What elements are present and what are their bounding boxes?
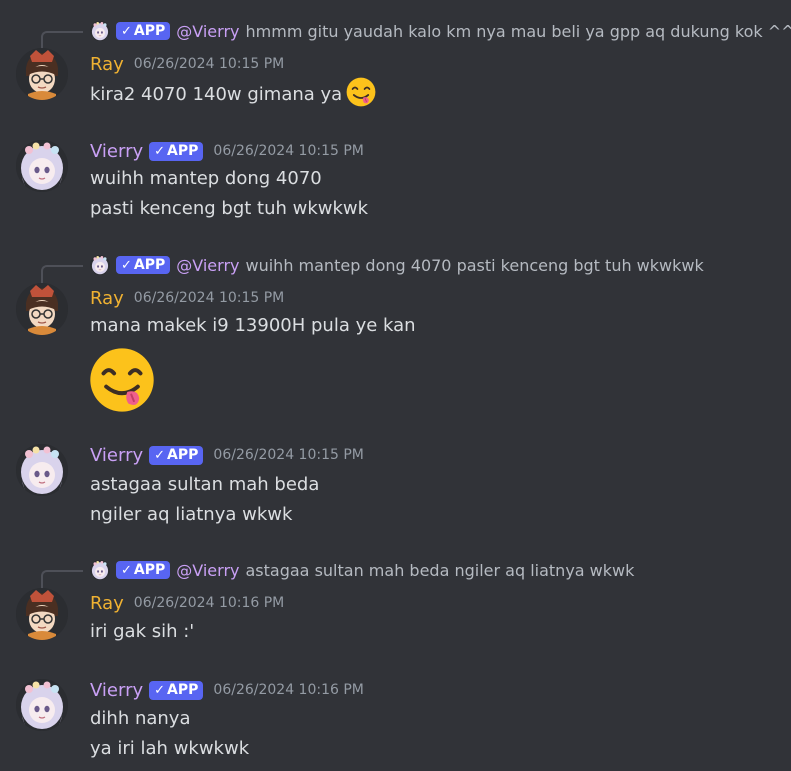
badge-label: APP (133, 562, 166, 578)
verified-check-icon: ✓ (121, 23, 132, 39)
reply-text: astagaa sultan mah beda ngiler aq liatny… (245, 560, 635, 580)
reply-mention[interactable]: @Vierry (176, 256, 239, 275)
reply-text: wuihh mantep dong 4070 pasti kenceng bgt… (245, 255, 704, 275)
reply-preview[interactable]: ✓ APP @Vierry astagaa sultan mah beda ngi… (41, 558, 635, 594)
timestamp: 06/26/2024 10:16 PM (213, 682, 364, 698)
username[interactable]: Vierry (90, 680, 143, 701)
message-header: Ray 06/26/2024 10:16 PM (90, 591, 284, 615)
reply-preview[interactable]: ✓ APP @Vierry hmmm gitu yaudah kalo km ny… (41, 19, 791, 55)
yum-emoji-icon (345, 76, 377, 112)
message-header: Vierry ✓ APP 06/26/2024 10:16 PM (90, 678, 364, 702)
timestamp: 06/26/2024 10:16 PM (133, 595, 285, 611)
vierry-mini-avatar (90, 560, 110, 580)
vierry-mini-avatar (90, 255, 110, 275)
verified-check-icon: ✓ (121, 562, 132, 578)
reply-mention[interactable]: @Vierry (176, 22, 239, 41)
timestamp: 06/26/2024 10:15 PM (133, 290, 285, 306)
message-line: kira2 4070 140w gimana ya (90, 76, 377, 108)
message-text: ya iri lah wkwkwk (90, 738, 250, 759)
ray-avatar[interactable] (16, 588, 68, 640)
vierry-avatar[interactable] (16, 444, 68, 496)
verified-check-icon: ✓ (154, 447, 166, 463)
message-header: Vierry ✓ APP 06/26/2024 10:15 PM (90, 443, 364, 467)
reply-preview[interactable]: ✓ APP @Vierry wuihh mantep dong 4070 past… (41, 253, 704, 289)
vierry-avatar[interactable] (16, 140, 68, 192)
badge-label: APP (167, 143, 199, 159)
app-badge: ✓ APP (116, 22, 171, 40)
message-header: Ray 06/26/2024 10:15 PM (90, 286, 284, 310)
app-badge: ✓ APP (149, 445, 204, 465)
message-text: astagaa sultan mah beda (90, 474, 320, 495)
verified-check-icon: ✓ (154, 143, 166, 159)
badge-label: APP (167, 682, 199, 698)
verified-check-icon: ✓ (121, 257, 132, 273)
username[interactable]: Vierry (90, 445, 143, 466)
reply-mention[interactable]: @Vierry (176, 561, 239, 580)
badge-label: APP (167, 447, 199, 463)
app-badge: ✓ APP (116, 561, 171, 579)
verified-check-icon: ✓ (154, 682, 166, 698)
vierry-avatar[interactable] (16, 679, 68, 731)
timestamp: 06/26/2024 10:15 PM (133, 56, 285, 72)
badge-label: APP (133, 23, 166, 39)
app-badge: ✓ APP (116, 256, 171, 274)
message-text: iri gak sih :' (90, 621, 195, 642)
timestamp: 06/26/2024 10:15 PM (213, 447, 364, 463)
message-text: wuihh mantep dong 4070 (90, 168, 322, 189)
message-header: Vierry ✓ APP 06/26/2024 10:15 PM (90, 139, 364, 163)
reply-text: hmmm gitu yaudah kalo km nya mau beli ya… (245, 21, 791, 41)
username[interactable]: Vierry (90, 141, 143, 162)
username[interactable]: Ray (90, 593, 124, 614)
message-header: Ray 06/26/2024 10:15 PM (90, 52, 284, 76)
ray-avatar[interactable] (16, 283, 68, 335)
app-badge: ✓ APP (149, 680, 204, 700)
ray-avatar[interactable] (16, 48, 68, 100)
username[interactable]: Ray (90, 54, 124, 75)
message-text: kira2 4070 140w gimana ya (90, 83, 343, 105)
badge-label: APP (133, 257, 166, 273)
message-text: pasti kenceng bgt tuh wkwkwk (90, 198, 369, 219)
vierry-mini-avatar (90, 21, 110, 41)
message-text: dihh nanya (90, 708, 191, 729)
app-badge: ✓ APP (149, 141, 204, 161)
username[interactable]: Ray (90, 288, 124, 309)
timestamp: 06/26/2024 10:15 PM (213, 143, 364, 159)
message-text: ngiler aq liatnya wkwk (90, 504, 293, 525)
message-text: mana makek i9 13900H pula ye kan (90, 315, 416, 336)
yum-emoji-icon (88, 346, 156, 417)
